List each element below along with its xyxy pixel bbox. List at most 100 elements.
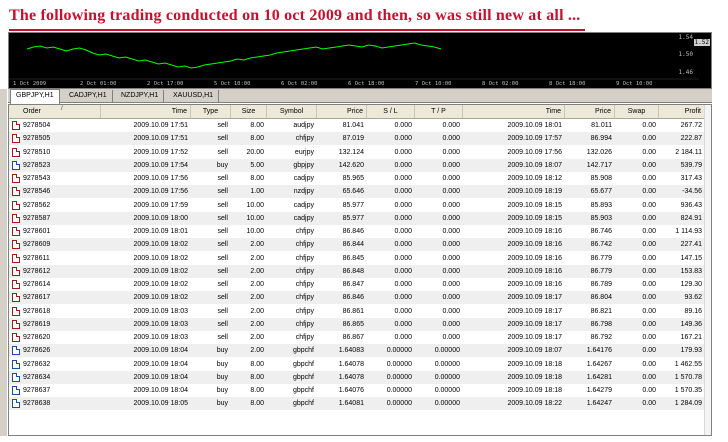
- cell-size: 8.00: [250, 135, 264, 143]
- cell-order: 9278510: [23, 148, 51, 156]
- cell-profit: 267.72: [680, 122, 702, 129]
- header-col-tp[interactable]: T / P: [415, 105, 463, 118]
- cell-close-time: 2009.10.09 18:07: [507, 161, 563, 169]
- cell-close-price: 85.908: [590, 175, 612, 182]
- tab-nzdjpy[interactable]: NZDJPY,H1: [116, 90, 165, 102]
- header-col-size[interactable]: Size: [231, 105, 267, 118]
- cell-close-price: 86.746: [590, 228, 612, 235]
- table-row[interactable]: 9278619 2009.10.09 18:03 sell 2.00 chfjpy 86.…: [9, 317, 711, 331]
- header-col-profit[interactable]: Profit: [659, 105, 705, 118]
- cell-profit: 2 184.11: [675, 148, 702, 156]
- table-row[interactable]: 9278618 2009.10.09 18:03 sell 2.00 chfjpy 86.…: [9, 305, 711, 318]
- cell-close-time: 2009.10.09 17:57: [507, 135, 563, 143]
- header-col-swap[interactable]: Swap: [615, 105, 659, 118]
- cell-close-time: 2009.10.09 18:17: [507, 320, 563, 328]
- cell-order: 9278638: [23, 400, 51, 408]
- cell-profit: 89.16: [684, 307, 702, 315]
- cell-profit: 93.62: [684, 294, 702, 302]
- table-row[interactable]: 9278611 2009.10.09 18:02 sell 2.00 chfjpy 86.…: [9, 252, 711, 265]
- cell-profit: 129.30: [680, 281, 702, 288]
- cell-price: 86.844: [342, 241, 364, 249]
- cell-swap: 0.00: [642, 320, 656, 328]
- chart-tabbar: GBPJPY,H1 CADJPY,H1 NZDJPY,H1 XAUUSD,H1: [8, 89, 712, 104]
- cell-close-price: 1.64267: [586, 360, 612, 368]
- table-row[interactable]: 9278601 2009.10.09 18:01 sell 10.00 chfjpy 86…: [9, 225, 711, 238]
- cell-open-time: 2009.10.09 17:56: [133, 175, 189, 182]
- cell-close-price: 86.994: [590, 135, 612, 143]
- table-row[interactable]: 9278637 2009.10.09 18:04 buy 8.00 gbpchf 1.64…: [9, 384, 711, 397]
- cell-symbol: chfjpy: [295, 281, 314, 288]
- cell-tp: 0.000: [442, 175, 460, 182]
- table-row[interactable]: 9278632 2009.10.09 18:04 buy 8.00 gbpchf 1.64…: [9, 358, 711, 371]
- header-col-order[interactable]: Order: [9, 105, 101, 118]
- cell-tp: 0.000: [442, 228, 460, 235]
- header-col-close-price[interactable]: Price: [565, 105, 615, 118]
- cell-tp: 0.000: [442, 254, 460, 262]
- tab-cadjpy[interactable]: CADJPY,H1: [64, 90, 113, 102]
- table-row[interactable]: 9278617 2009.10.09 18:02 sell 2.00 chfjpy 86.…: [9, 291, 711, 305]
- cell-close-time: 2009.10.09 18:15: [507, 201, 563, 209]
- cell-sl: 0.00000: [386, 347, 412, 355]
- cell-close-time: 2009.10.09 18:17: [507, 307, 563, 315]
- table-row[interactable]: 9278562 2009.10.09 17:59 sell 10.00 cadjpy 85…: [9, 199, 711, 212]
- tab-xauusd[interactable]: XAUUSD,H1: [168, 90, 220, 102]
- cell-swap: 0.00: [642, 214, 656, 222]
- cell-order: 9278612: [23, 267, 51, 275]
- cell-profit: 147.15: [680, 254, 702, 262]
- cell-size: 8.00: [250, 400, 264, 408]
- table-row[interactable]: 9278543 2009.10.09 17:56 sell 8.00 cadjpy 85.…: [9, 172, 711, 185]
- table-row[interactable]: 9278523 2009.10.09 17:54 buy 5.00 gbpjpy 142.…: [9, 158, 711, 172]
- cell-size: 20.00: [246, 148, 264, 156]
- table-row[interactable]: 9278614 2009.10.09 18:02 sell 2.00 chfjpy 86.…: [9, 278, 711, 291]
- table-row[interactable]: 9278505 2009.10.09 17:51 sell 8.00 chfjpy 87.…: [9, 132, 711, 146]
- cell-close-time: 2009.10.09 18:16: [507, 228, 563, 235]
- cell-sl: 0.000: [394, 188, 412, 196]
- cell-order: 9278619: [23, 320, 51, 328]
- price-chart[interactable]: 1.54 1.52 1.50 1.46 1 Oct 2009 2 Oct 01:0…: [8, 32, 712, 89]
- table-row[interactable]: 9278620 2009.10.09 18:03 sell 2.00 chfjpy 86.…: [9, 331, 711, 344]
- table-row[interactable]: 9278638 2009.10.09 18:05 buy 8.00 gbpchf 1.64…: [9, 397, 711, 411]
- cell-size: 1.00: [250, 188, 264, 196]
- cell-order: 9278505: [23, 135, 51, 143]
- table-row[interactable]: 9278612 2009.10.09 18:02 sell 2.00 chfjpy 86.…: [9, 264, 711, 278]
- cell-sl: 0.000: [394, 135, 412, 143]
- table-row[interactable]: 9278587 2009.10.09 18:00 sell 10.00 cadjpy 85…: [9, 211, 711, 225]
- cell-close-time: 2009.10.09 18:16: [507, 281, 563, 288]
- cell-symbol: eurjpy: [294, 148, 314, 156]
- header-col-symbol[interactable]: Symbol: [267, 105, 317, 118]
- table-row[interactable]: 9278504 2009.10.09 17:51 sell 8.00 audjpy 81.…: [9, 119, 711, 132]
- table-row[interactable]: 9278634 2009.10.09 18:04 buy 8.00 gbpchf 1.64…: [9, 370, 711, 384]
- cell-sl: 0.00000: [386, 373, 412, 381]
- header-col-price[interactable]: Price: [317, 105, 367, 118]
- cell-sl: 0.000: [394, 175, 412, 182]
- cell-symbol: chfjpy: [295, 267, 314, 275]
- cell-open-time: 2009.10.09 18:02: [133, 254, 189, 262]
- cell-close-time: 2009.10.09 18:16: [507, 241, 563, 249]
- chart-price-label-bottom: 1.46: [678, 69, 693, 76]
- cell-tp: 0.000: [442, 148, 460, 156]
- header-col-sl[interactable]: S / L: [367, 105, 415, 118]
- cell-symbol: cadjpy: [293, 201, 314, 209]
- tab-gbpjpy[interactable]: GBPJPY,H1: [10, 89, 60, 104]
- cell-price: 65.646: [342, 188, 364, 196]
- cell-open-time: 2009.10.09 18:04: [133, 360, 189, 368]
- table-scrollbar[interactable]: [704, 105, 711, 435]
- table-row[interactable]: 9278546 2009.10.09 17:56 sell 1.00 nzdjpy 65.…: [9, 185, 711, 199]
- cell-symbol: chfjpy: [295, 320, 314, 328]
- table-row[interactable]: 9278626 2009.10.09 18:04 buy 2.00 gbpchf 1.64…: [9, 344, 711, 358]
- cell-profit: 1 114.93: [675, 228, 702, 235]
- cell-close-time: 2009.10.09 18:07: [507, 347, 563, 355]
- header-col-close-time[interactable]: Time: [463, 105, 565, 118]
- cell-swap: 0.00: [642, 307, 656, 315]
- cell-size: 2.00: [250, 320, 264, 328]
- header-col-open-time[interactable]: Time: [101, 105, 191, 118]
- cell-sl: 0.00000: [386, 400, 412, 408]
- table-row[interactable]: 9278510 2009.10.09 17:52 sell 20.00 eurjpy 13…: [9, 146, 711, 159]
- cell-close-price: 85.893: [590, 201, 612, 209]
- table-row[interactable]: 9278609 2009.10.09 18:02 sell 2.00 chfjpy 86.…: [9, 238, 711, 252]
- cell-order: 9278614: [23, 281, 51, 288]
- chart-time-label: 9 Oct 10:00: [616, 81, 653, 87]
- header-col-type[interactable]: Type: [191, 105, 231, 118]
- cell-close-price: 86.789: [590, 281, 612, 288]
- cell-sl: 0.000: [394, 334, 412, 341]
